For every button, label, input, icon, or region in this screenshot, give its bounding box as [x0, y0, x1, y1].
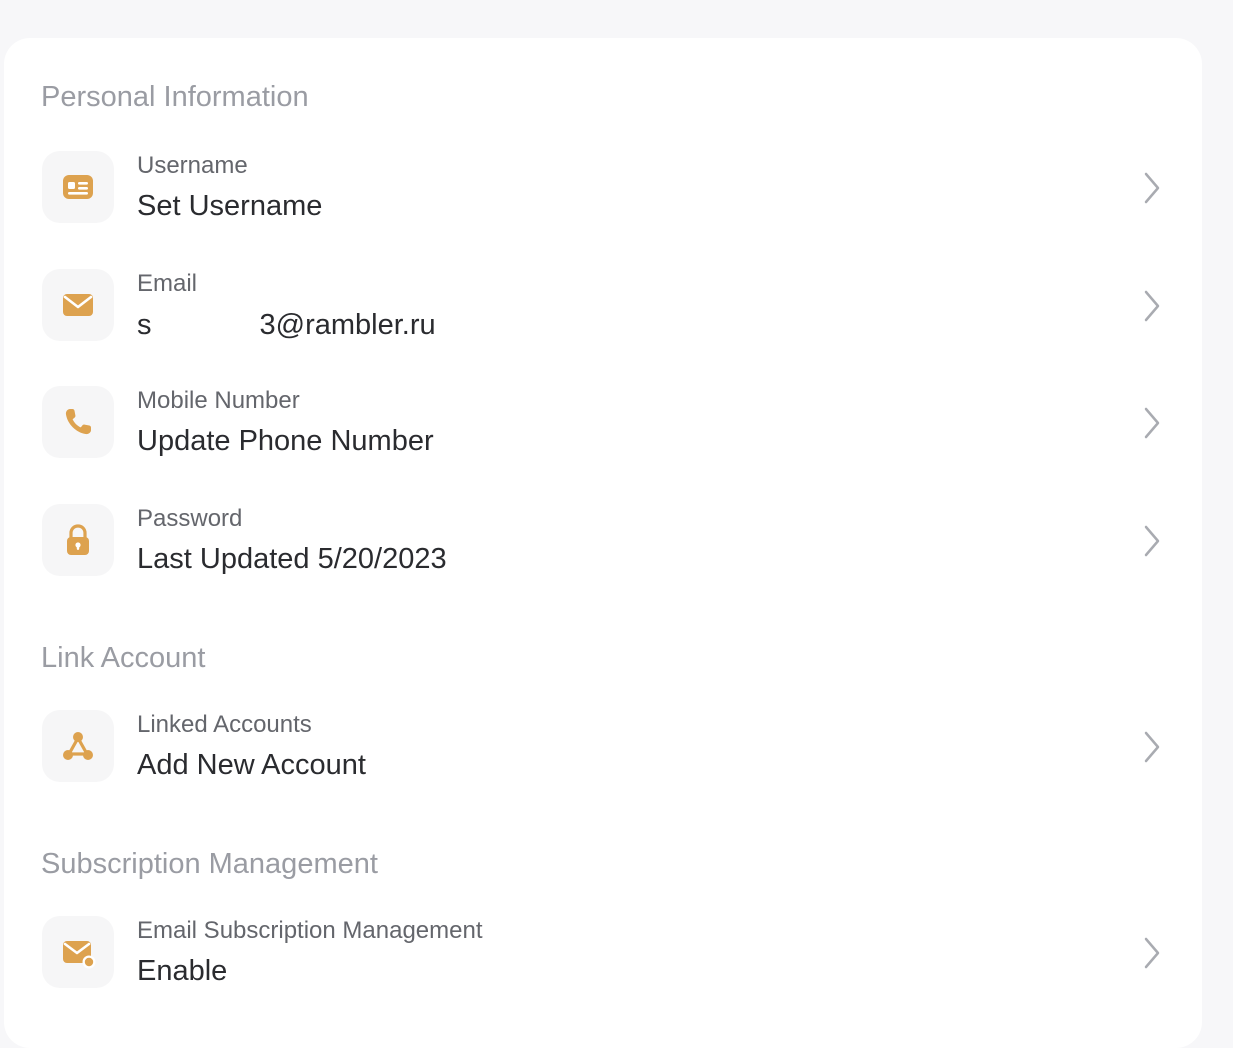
email-value-end: 3@rambler.ru	[259, 309, 436, 341]
section-title-subscription-management: Subscription Management	[41, 848, 378, 880]
username-value: Set Username	[137, 190, 323, 222]
settings-row-linked-accounts[interactable]: Linked Accounts Add New Account	[4, 699, 1202, 795]
email-redaction	[151, 310, 260, 340]
mobile-number-label: Mobile Number	[137, 387, 300, 414]
email-subscription-value: Enable	[137, 955, 228, 987]
settings-row-username[interactable]: Username Set Username	[4, 140, 1202, 236]
envelope-badge-icon	[42, 916, 114, 988]
email-value-start: s	[137, 309, 152, 341]
mobile-number-value: Update Phone Number	[137, 425, 434, 457]
chevron-right-icon	[1144, 525, 1160, 557]
phone-icon	[42, 386, 114, 458]
account-settings-card: Personal Information Username Set Userna…	[4, 38, 1202, 1048]
chevron-right-icon	[1144, 407, 1160, 439]
lock-icon	[42, 504, 114, 576]
chevron-right-icon	[1144, 937, 1160, 969]
username-label: Username	[137, 152, 248, 179]
chevron-right-icon	[1144, 290, 1160, 322]
id-card-icon	[42, 151, 114, 223]
chevron-right-icon	[1144, 172, 1160, 204]
section-title-personal-information: Personal Information	[41, 81, 309, 113]
email-value: s 3@rambler.ru	[137, 310, 436, 340]
password-value: Last Updated 5/20/2023	[137, 543, 447, 575]
email-label: Email	[137, 270, 198, 297]
settings-row-email[interactable]: Email s 3@rambler.ru	[4, 258, 1202, 354]
link-nodes-icon	[42, 710, 114, 782]
envelope-icon	[42, 269, 114, 341]
settings-row-mobile-number[interactable]: Mobile Number Update Phone Number	[4, 375, 1202, 471]
chevron-right-icon	[1144, 731, 1160, 763]
linked-accounts-value: Add New Account	[137, 749, 366, 781]
password-label: Password	[137, 505, 243, 532]
settings-row-password[interactable]: Password Last Updated 5/20/2023	[4, 493, 1202, 589]
linked-accounts-label: Linked Accounts	[137, 711, 312, 738]
section-title-link-account: Link Account	[41, 642, 206, 674]
email-subscription-label: Email Subscription Management	[137, 917, 483, 944]
settings-row-email-subscription[interactable]: Email Subscription Management Enable	[4, 905, 1202, 1001]
